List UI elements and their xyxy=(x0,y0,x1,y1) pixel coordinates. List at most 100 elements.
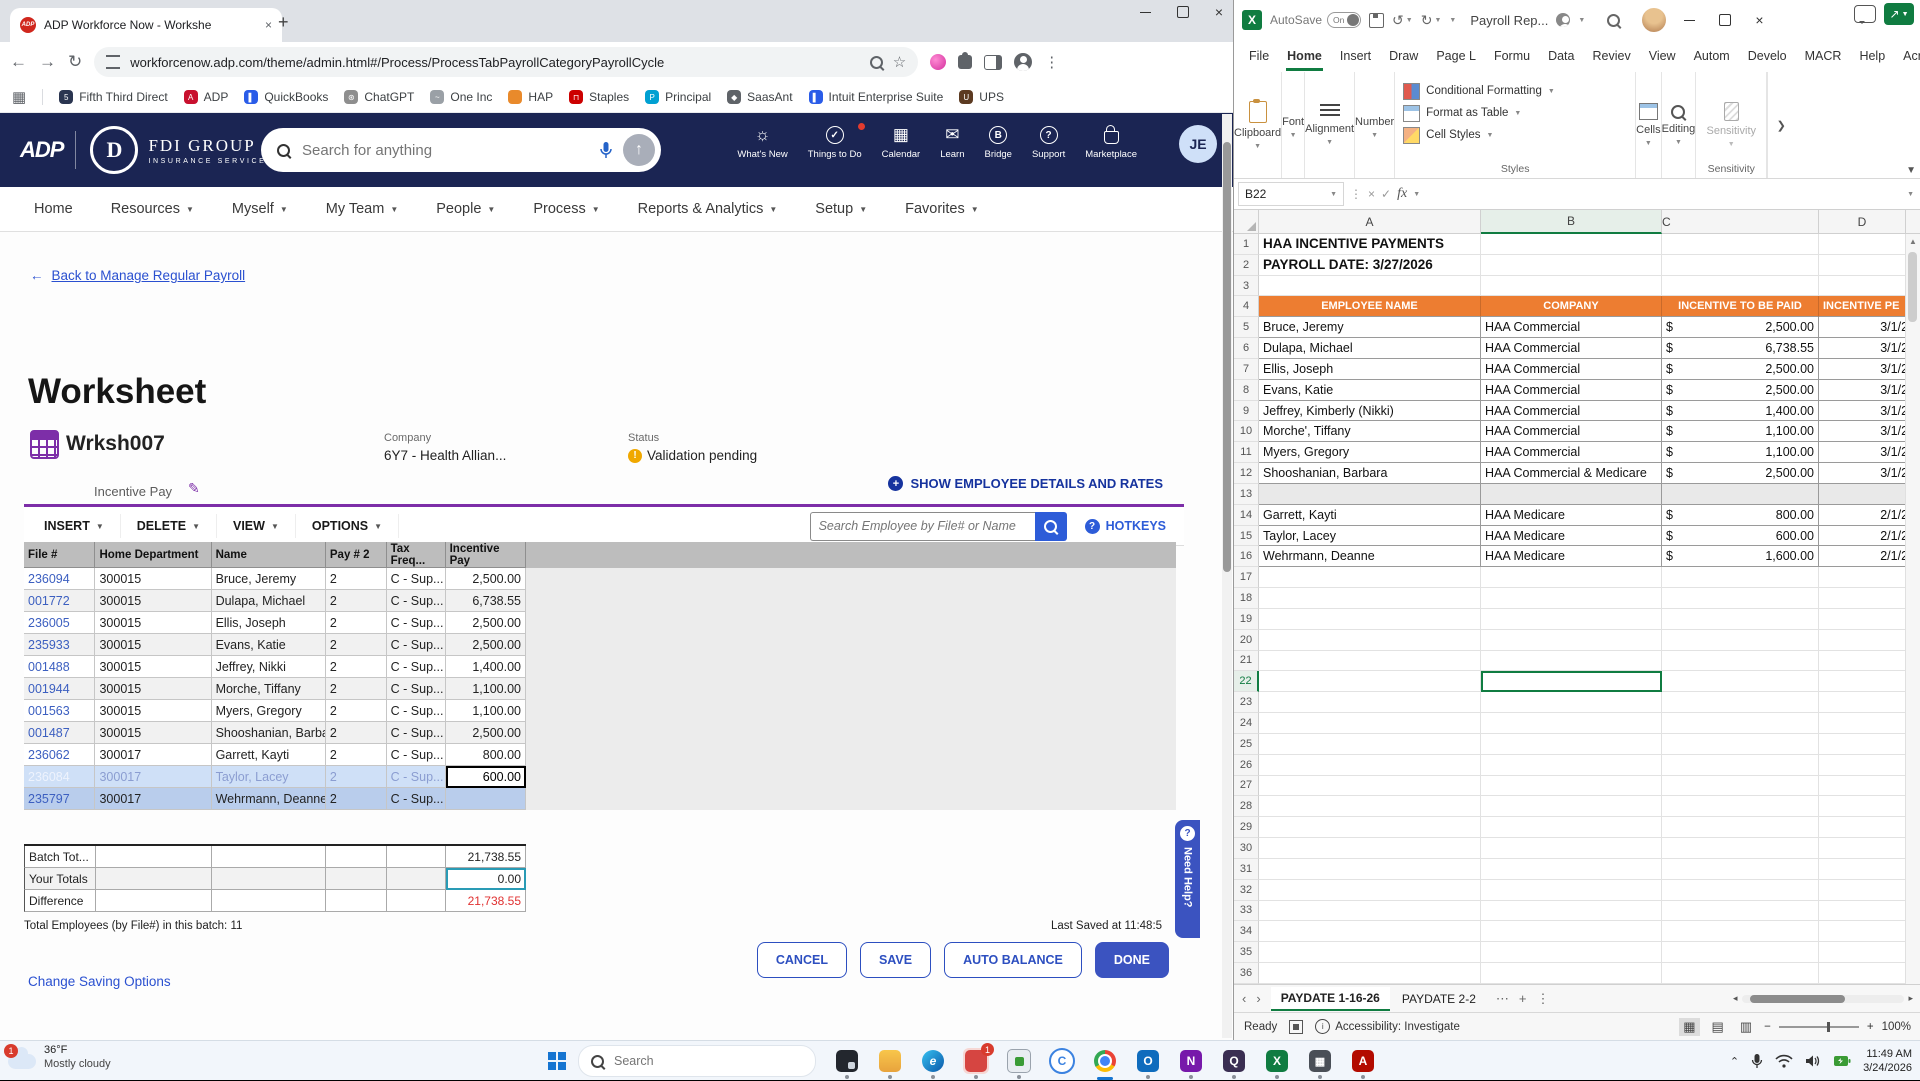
redo-icon[interactable]: ↻ ▼ xyxy=(1421,12,1442,29)
ribbon-tab[interactable]: Help xyxy=(1850,42,1894,71)
taskbar-app-icon[interactable]: A xyxy=(1350,1048,1376,1079)
employee-search-input[interactable] xyxy=(809,511,1035,541)
cell-a[interactable] xyxy=(1259,817,1481,839)
ribbon-tab[interactable]: Reviev xyxy=(1583,42,1639,71)
cell-a[interactable] xyxy=(1259,858,1481,880)
col-header-incentive[interactable]: Incentive Pay xyxy=(445,542,526,568)
cell-a[interactable] xyxy=(1259,962,1481,984)
weather-widget[interactable]: 1 36°F Mostly cloudy xyxy=(4,1044,111,1072)
toggle-switch[interactable]: On xyxy=(1327,12,1362,28)
cell-b[interactable] xyxy=(1481,817,1662,839)
cell-c[interactable] xyxy=(1662,692,1819,714)
row-number[interactable]: 20 xyxy=(1234,629,1259,651)
cell-c[interactable] xyxy=(1662,608,1819,630)
bookmark-item[interactable]: ~ One Inc xyxy=(430,90,492,104)
cell-home-department[interactable]: 300015 xyxy=(95,722,212,744)
excel-vertical-scrollbar[interactable]: ▲ xyxy=(1905,234,1920,984)
cell-home-department[interactable]: 300015 xyxy=(95,700,212,722)
cell-home-department[interactable]: 300017 xyxy=(95,766,212,788)
autosave-toggle[interactable]: AutoSave On xyxy=(1270,12,1362,28)
cell-b[interactable] xyxy=(1481,879,1662,901)
window-maximize-icon[interactable] xyxy=(1176,6,1189,18)
add-sheet-icon[interactable]: + xyxy=(1519,991,1527,1006)
row-number[interactable]: 17 xyxy=(1234,567,1259,589)
comments-icon[interactable] xyxy=(1854,5,1876,24)
taskbar-app-icon[interactable]: X xyxy=(1264,1048,1290,1079)
cell-b[interactable]: HAA Medicare xyxy=(1481,504,1662,526)
cell-c[interactable]: $ INCENTIVE TO BE PAID xyxy=(1662,296,1819,318)
cell-b[interactable] xyxy=(1481,921,1662,943)
row-number[interactable]: 12 xyxy=(1234,463,1259,484)
cell-b[interactable] xyxy=(1481,608,1662,630)
window-minimize-icon[interactable] xyxy=(1139,11,1151,13)
global-search[interactable]: ↑ xyxy=(261,128,661,172)
select-all-corner[interactable] xyxy=(1234,210,1259,234)
back-to-payroll-link[interactable]: ← Back to Manage Regular Payroll xyxy=(30,268,245,283)
action-button[interactable]: SAVE xyxy=(859,942,932,978)
cell-home-department[interactable]: 300015 xyxy=(95,568,212,590)
site-settings-icon[interactable] xyxy=(106,55,121,69)
cell-a[interactable] xyxy=(1259,650,1481,672)
cell-home-department[interactable]: 300015 xyxy=(95,590,212,612)
cell-c[interactable]: $ 1,100.00 xyxy=(1662,442,1819,464)
cell-a[interactable]: Ellis, Joseph xyxy=(1259,358,1481,380)
col-header-taxfreq[interactable]: Tax Freq... xyxy=(386,542,446,568)
row-number[interactable]: 34 xyxy=(1234,921,1259,943)
back-icon[interactable]: ← xyxy=(10,52,27,72)
cell-c[interactable]: $ 2,500.00 xyxy=(1662,379,1819,401)
cell-b[interactable] xyxy=(1481,942,1662,963)
ribbon-tab[interactable]: Insert xyxy=(1331,42,1380,71)
cell-a[interactable] xyxy=(1259,879,1481,901)
account-avatar[interactable] xyxy=(1642,8,1667,32)
taskbar-search[interactable] xyxy=(578,1045,816,1077)
cell-incentive-pay[interactable] xyxy=(445,788,526,810)
page-layout-view-icon[interactable]: ▤ xyxy=(1708,1018,1728,1036)
cell-c[interactable] xyxy=(1662,796,1819,818)
row-number[interactable]: 28 xyxy=(1234,796,1259,818)
taskbar-app-icon[interactable] xyxy=(877,1048,903,1079)
hotkeys-link[interactable]: ? HOTKEYS xyxy=(1084,518,1166,534)
cell-file-number[interactable]: 236084 xyxy=(24,766,96,788)
cell-c[interactable]: $ 2,500.00 xyxy=(1662,317,1819,339)
cell-pay-number[interactable]: 2 xyxy=(325,722,387,744)
cell-home-department[interactable]: 300015 xyxy=(95,656,212,678)
cell-b[interactable] xyxy=(1481,858,1662,880)
cell-tax-frequency[interactable]: C - Sup... xyxy=(386,788,446,810)
cell-tax-frequency[interactable]: C - Sup... xyxy=(386,656,446,678)
sheet-next-icon[interactable]: › xyxy=(1256,991,1260,1006)
table-row[interactable]: 236094 300015 Bruce, Jeremy 2 C - Sup...… xyxy=(24,568,526,590)
cell-name[interactable]: Wehrmann, Deanne xyxy=(211,788,326,810)
cell-home-department[interactable]: 300015 xyxy=(95,634,212,656)
cell-incentive-pay[interactable]: 6,738.55 xyxy=(445,590,526,612)
ribbon-group[interactable]: Cells ▼ xyxy=(1636,72,1662,178)
scroll-right-icon[interactable]: ▸ xyxy=(1908,993,1913,1004)
header-action[interactable]: ▦ Calendar xyxy=(882,125,921,160)
cell-c[interactable]: $ 800.00 xyxy=(1662,504,1819,526)
cell-a[interactable]: Dulapa, Michael xyxy=(1259,338,1481,359)
global-search-input[interactable] xyxy=(300,140,589,160)
ribbon-group[interactable]: Editing ▼ xyxy=(1662,72,1697,178)
cell-b[interactable]: HAA Medicare xyxy=(1481,525,1662,547)
table-row[interactable]: 001563 300015 Myers, Gregory 2 C - Sup..… xyxy=(24,700,526,722)
row-number[interactable]: 3 xyxy=(1234,275,1259,297)
toolbar-menu[interactable]: OPTIONS ▼ xyxy=(296,514,400,538)
taskbar-app-icon[interactable] xyxy=(1092,1048,1118,1080)
cell-a[interactable] xyxy=(1259,275,1481,297)
share-button[interactable]: ↗ ▼ xyxy=(1884,3,1914,25)
cell-name[interactable]: Garrett, Kayti xyxy=(211,744,326,766)
cell-c[interactable]: $ 2,500.00 xyxy=(1662,463,1819,484)
cell-b[interactable] xyxy=(1481,275,1662,297)
cell-a[interactable]: Myers, Gregory xyxy=(1259,442,1481,464)
cell-file-number[interactable]: 001488 xyxy=(24,656,96,678)
cell-c[interactable]: $ 1,600.00 xyxy=(1662,546,1819,568)
cell-c[interactable] xyxy=(1662,817,1819,839)
row-number[interactable]: 31 xyxy=(1234,858,1259,880)
bookmark-item[interactable]: ▌ QuickBooks xyxy=(244,90,328,104)
cell-incentive-pay[interactable]: 2,500.00 xyxy=(445,568,526,590)
sheet-prev-icon[interactable]: ‹ xyxy=(1242,991,1246,1006)
cell-name[interactable]: Dulapa, Michael xyxy=(211,590,326,612)
bookmark-item[interactable]: U UPS xyxy=(959,90,1004,104)
cell-name[interactable]: Evans, Katie xyxy=(211,634,326,656)
cell-c[interactable]: $ 2,500.00 xyxy=(1662,358,1819,380)
column-header-b[interactable]: B xyxy=(1481,210,1662,234)
